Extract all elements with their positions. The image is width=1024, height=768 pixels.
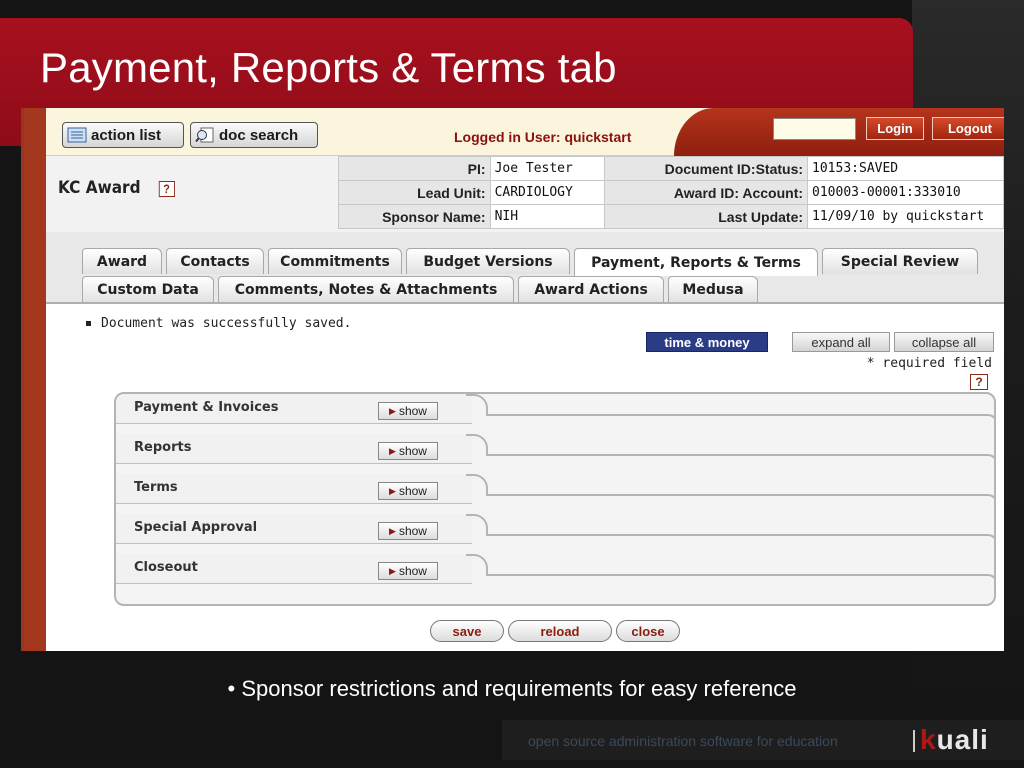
header-row: Lead Unit: CARDIOLOGY Award ID: Account:… bbox=[338, 180, 1004, 205]
section-title: Payment & Invoices bbox=[134, 400, 279, 415]
slide-title: Payment, Reports & Terms tab bbox=[40, 44, 617, 91]
logged-in-user: Logged in User: quickstart bbox=[454, 129, 632, 145]
show-button[interactable]: ▶ show bbox=[378, 562, 438, 580]
logo-text: uali bbox=[936, 724, 989, 755]
close-button[interactable]: close bbox=[616, 620, 680, 642]
document-id-value: 10153:SAVED bbox=[807, 156, 1004, 181]
page-title: KC Award bbox=[58, 178, 141, 198]
section-tab-curve bbox=[466, 514, 488, 536]
sponsor-name-value: NIH bbox=[489, 204, 605, 229]
kuali-logo: kuali bbox=[920, 724, 989, 756]
section-line bbox=[486, 414, 994, 428]
logo-mark: k bbox=[920, 724, 937, 755]
tab-custom-data[interactable]: Custom Data bbox=[82, 276, 214, 302]
triangle-right-icon: ▶ bbox=[389, 405, 396, 416]
document-header: KC Award ? PI: Joe Tester Document ID:St… bbox=[46, 156, 1004, 232]
lead-unit-value: CARDIOLOGY bbox=[489, 180, 605, 205]
pi-label: PI: bbox=[338, 156, 491, 181]
section-title: Reports bbox=[134, 440, 192, 455]
login-input[interactable] bbox=[773, 118, 856, 140]
section-payment-invoices: Payment & Invoices ▶ show bbox=[116, 394, 994, 432]
portal-bar: action list doc search Logged in User: q… bbox=[46, 108, 1004, 156]
doc-search-button[interactable]: doc search bbox=[190, 122, 318, 148]
section-line bbox=[486, 574, 994, 588]
magnifier-icon bbox=[195, 127, 215, 143]
tab-award[interactable]: Award bbox=[82, 248, 162, 274]
app-window: action list doc search Logged in User: q… bbox=[46, 108, 1004, 651]
pi-value: Joe Tester bbox=[489, 156, 605, 181]
triangle-right-icon: ▶ bbox=[389, 565, 396, 576]
doc-title-wrap: KC Award ? bbox=[58, 178, 175, 198]
award-id-label: Award ID: Account: bbox=[603, 180, 809, 205]
section-reports: Reports ▶ show bbox=[116, 434, 994, 472]
help-icon[interactable]: ? bbox=[158, 181, 175, 197]
show-label: show bbox=[398, 404, 427, 418]
header-row: Sponsor Name: NIH Last Update: 11/09/10 … bbox=[338, 204, 1004, 229]
list-icon bbox=[67, 127, 87, 143]
app-screenshot: action list doc search Logged in User: q… bbox=[21, 108, 1004, 651]
logout-button[interactable]: Logout bbox=[932, 117, 1004, 140]
section-special-approval: Special Approval ▶ show bbox=[116, 514, 994, 552]
expand-all-button[interactable]: expand all bbox=[792, 332, 890, 352]
section-line bbox=[486, 454, 994, 468]
time-money-button[interactable]: time & money bbox=[646, 332, 768, 352]
show-label: show bbox=[398, 524, 427, 538]
action-list-label: action list bbox=[91, 126, 162, 144]
show-button[interactable]: ▶ show bbox=[378, 402, 438, 420]
save-button[interactable]: save bbox=[430, 620, 504, 642]
login-button[interactable]: Login bbox=[866, 117, 924, 140]
sections-panel: Payment & Invoices ▶ show Reports ▶ show T… bbox=[114, 392, 996, 606]
show-button[interactable]: ▶ show bbox=[378, 482, 438, 500]
section-tab-curve bbox=[466, 474, 488, 496]
help-icon[interactable]: ? bbox=[970, 374, 988, 390]
section-title: Terms bbox=[134, 480, 178, 495]
sponsor-name-label: Sponsor Name: bbox=[338, 204, 491, 229]
last-update-label: Last Update: bbox=[603, 204, 809, 229]
section-line bbox=[486, 494, 994, 508]
triangle-right-icon: ▶ bbox=[389, 525, 396, 536]
tab-budget-versions[interactable]: Budget Versions bbox=[406, 248, 570, 274]
section-line bbox=[486, 534, 994, 548]
tab-award-actions[interactable]: Award Actions bbox=[518, 276, 664, 302]
left-strip bbox=[24, 108, 46, 651]
doc-search-label: doc search bbox=[219, 126, 299, 144]
lead-unit-label: Lead Unit: bbox=[338, 180, 491, 205]
show-label: show bbox=[398, 484, 427, 498]
award-id-value: 010003-00001:333010 bbox=[807, 180, 1004, 205]
show-button[interactable]: ▶ show bbox=[378, 442, 438, 460]
action-list-button[interactable]: action list bbox=[62, 122, 184, 148]
tab-special-review[interactable]: Special Review bbox=[822, 248, 978, 274]
footer-divider bbox=[913, 730, 915, 752]
success-message: Document was successfully saved. bbox=[86, 316, 351, 331]
footer-text: open source administration software for … bbox=[528, 733, 838, 749]
show-label: show bbox=[398, 564, 427, 578]
required-field-note: * required field bbox=[866, 356, 992, 371]
section-title: Special Approval bbox=[134, 520, 258, 535]
reload-button[interactable]: reload bbox=[508, 620, 612, 642]
tab-comments-notes-attachments[interactable]: Comments, Notes & Attachments bbox=[218, 276, 514, 302]
triangle-right-icon: ▶ bbox=[389, 485, 396, 496]
triangle-right-icon: ▶ bbox=[389, 445, 396, 456]
success-message-text: Document was successfully saved. bbox=[101, 316, 352, 331]
section-tab-curve bbox=[466, 394, 488, 416]
section-terms: Terms ▶ show bbox=[116, 474, 994, 512]
tab-contacts[interactable]: Contacts bbox=[166, 248, 264, 274]
bullet-icon bbox=[86, 321, 91, 326]
tab-payment-reports-terms[interactable]: Payment, Reports & Terms bbox=[574, 248, 818, 276]
show-button[interactable]: ▶ show bbox=[378, 522, 438, 540]
section-closeout: Closeout ▶ show bbox=[116, 554, 994, 592]
header-row: PI: Joe Tester Document ID:Status: 10153… bbox=[338, 156, 1004, 181]
section-tab-curve bbox=[466, 554, 488, 576]
header-info-table: PI: Joe Tester Document ID:Status: 10153… bbox=[338, 156, 1004, 229]
section-title: Closeout bbox=[134, 560, 198, 575]
tab-medusa[interactable]: Medusa bbox=[668, 276, 758, 302]
slide-caption: • Sponsor restrictions and requirements … bbox=[227, 676, 797, 701]
section-tab-curve bbox=[466, 434, 488, 456]
show-label: show bbox=[398, 444, 427, 458]
document-id-label: Document ID:Status: bbox=[603, 156, 809, 181]
last-update-value: 11/09/10 by quickstart bbox=[807, 204, 1004, 229]
collapse-all-button[interactable]: collapse all bbox=[894, 332, 994, 352]
tab-commitments[interactable]: Commitments bbox=[268, 248, 402, 274]
tab-divider bbox=[46, 302, 1004, 304]
